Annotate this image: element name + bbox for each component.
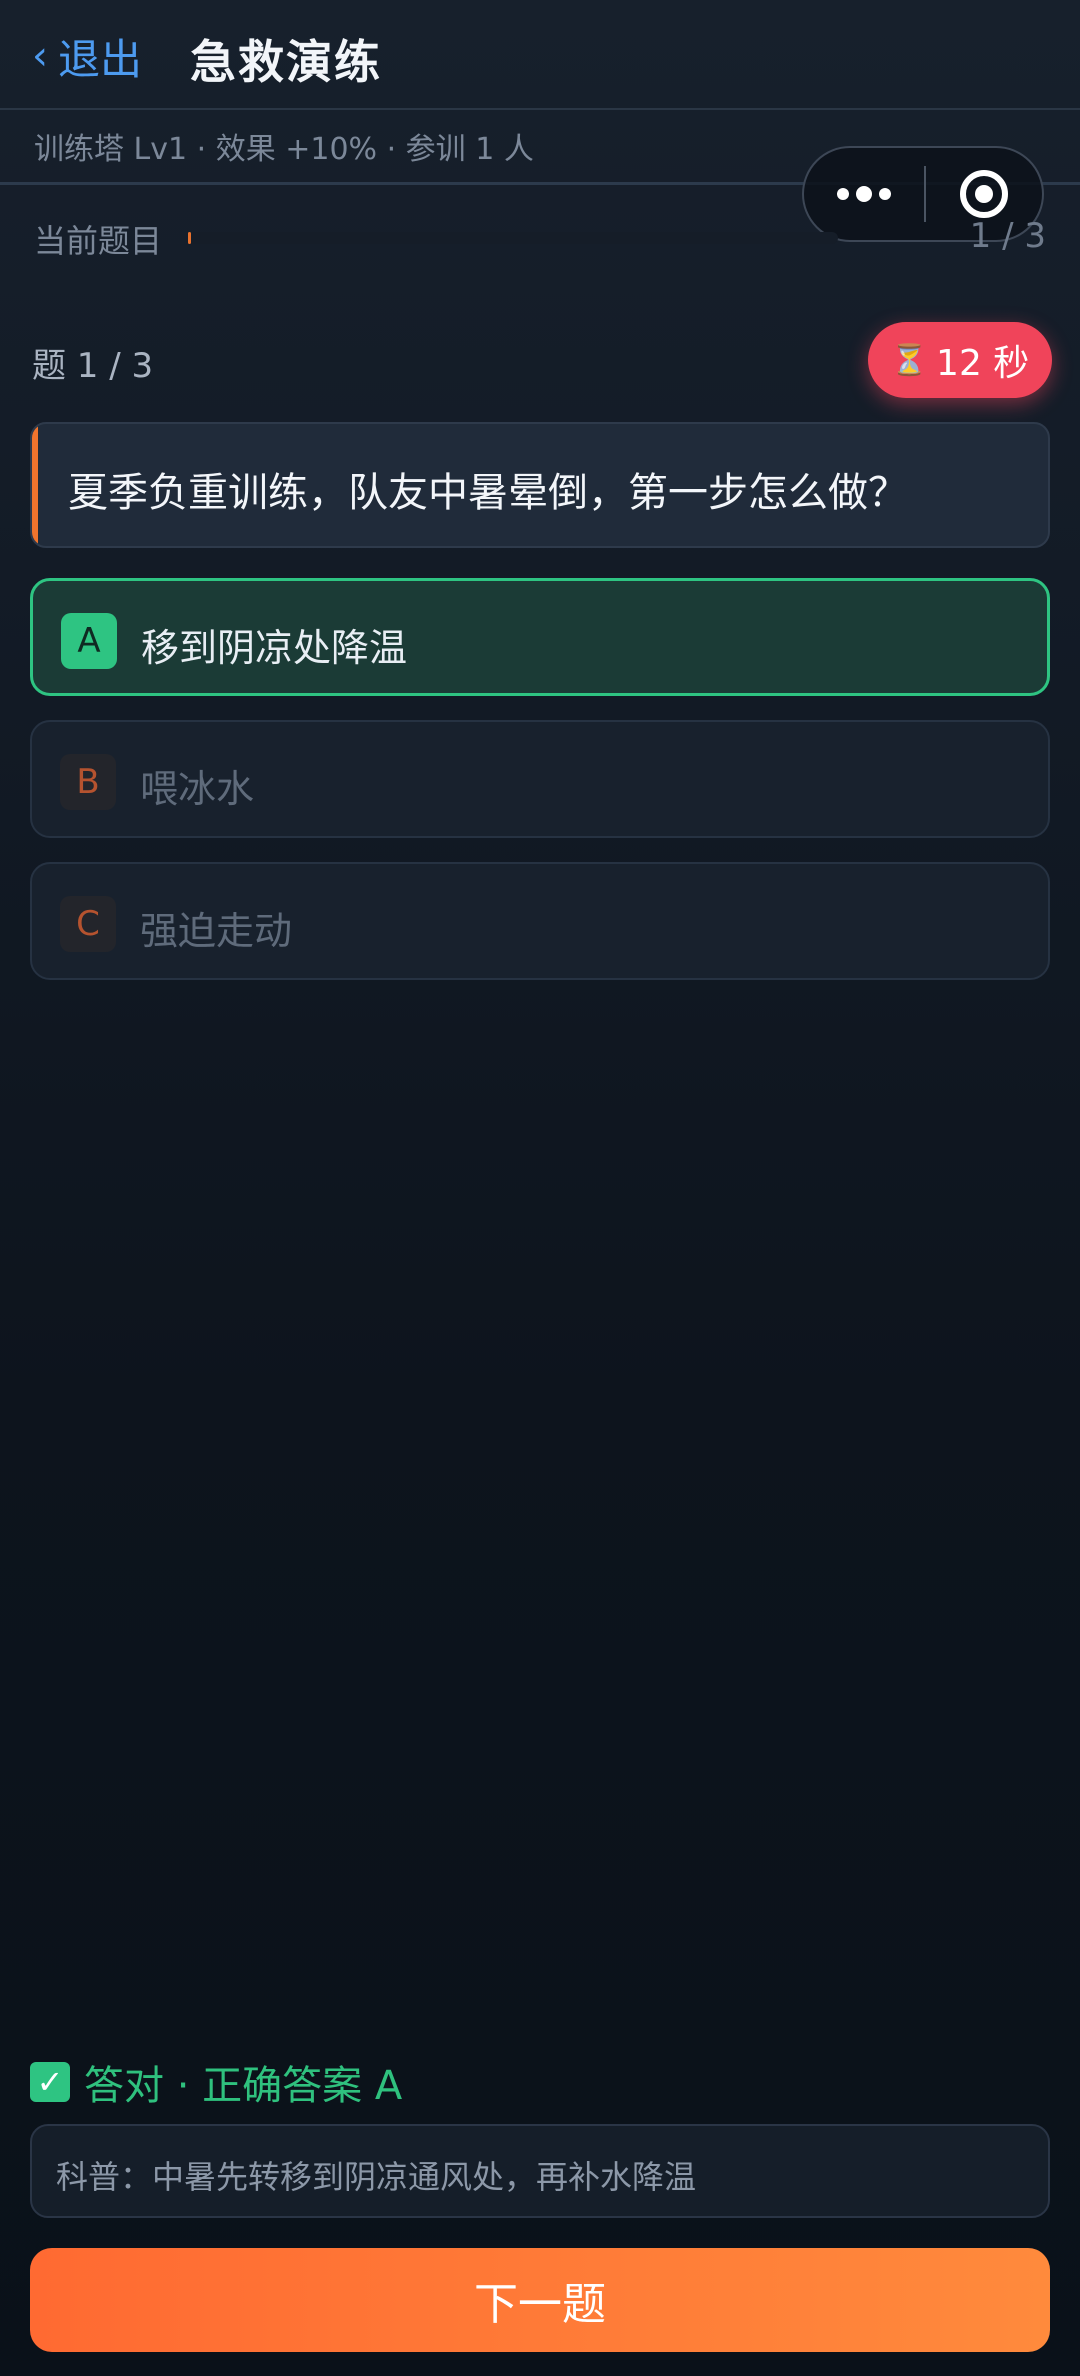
- option-a[interactable]: A 移到阴凉处降温: [30, 578, 1050, 696]
- back-button[interactable]: ‹ 退出: [32, 28, 142, 84]
- question-accent-bar: [32, 424, 38, 546]
- top-bar: ‹ 退出 急救演练: [0, 0, 1080, 110]
- result-line: ✓ 答对 · 正确答案 A: [30, 2052, 402, 2112]
- hourglass-icon: ⏳: [890, 342, 929, 378]
- target-circle-icon[interactable]: [926, 170, 1042, 218]
- progress-label: 当前题目: [34, 222, 163, 260]
- question-counter: 题 1 / 3: [32, 346, 154, 386]
- next-question-button[interactable]: 下一题: [30, 2248, 1050, 2352]
- timer-text: 12 秒: [936, 343, 1030, 384]
- progress-count: 1 / 3: [969, 216, 1046, 256]
- training-info: 训练塔 Lv1 · 效果 +10% · 参训 1 人: [34, 132, 534, 167]
- back-label: 退出: [58, 34, 143, 84]
- chevron-left-icon: ‹: [32, 33, 48, 79]
- progress-fill: [188, 232, 192, 244]
- option-text: 移到阴凉处降温: [141, 626, 408, 670]
- page-title: 急救演练: [190, 35, 382, 89]
- option-c[interactable]: C 强迫走动: [30, 862, 1050, 980]
- explanation-box: 科普：中暑先转移到阴凉通风处，再补水降温: [30, 2124, 1050, 2218]
- progress-row: 当前题目 1 / 3: [34, 212, 1046, 262]
- timer-badge: ⏳ 12 秒: [868, 322, 1052, 398]
- option-letter: B: [60, 754, 116, 810]
- option-b[interactable]: B 喂冰水: [30, 720, 1050, 838]
- question-card: 夏季负重训练，队友中暑晕倒，第一步怎么做？: [30, 422, 1050, 548]
- progress-bar: [188, 232, 838, 244]
- result-text: 答对 · 正确答案 A: [84, 2063, 403, 2109]
- option-letter: C: [60, 896, 116, 952]
- check-box-icon: ✓: [30, 2062, 70, 2102]
- option-text: 强迫走动: [140, 909, 293, 953]
- option-text: 喂冰水: [140, 767, 255, 811]
- option-letter: A: [61, 613, 117, 669]
- question-text: 夏季负重训练，队友中暑晕倒，第一步怎么做？: [68, 470, 908, 516]
